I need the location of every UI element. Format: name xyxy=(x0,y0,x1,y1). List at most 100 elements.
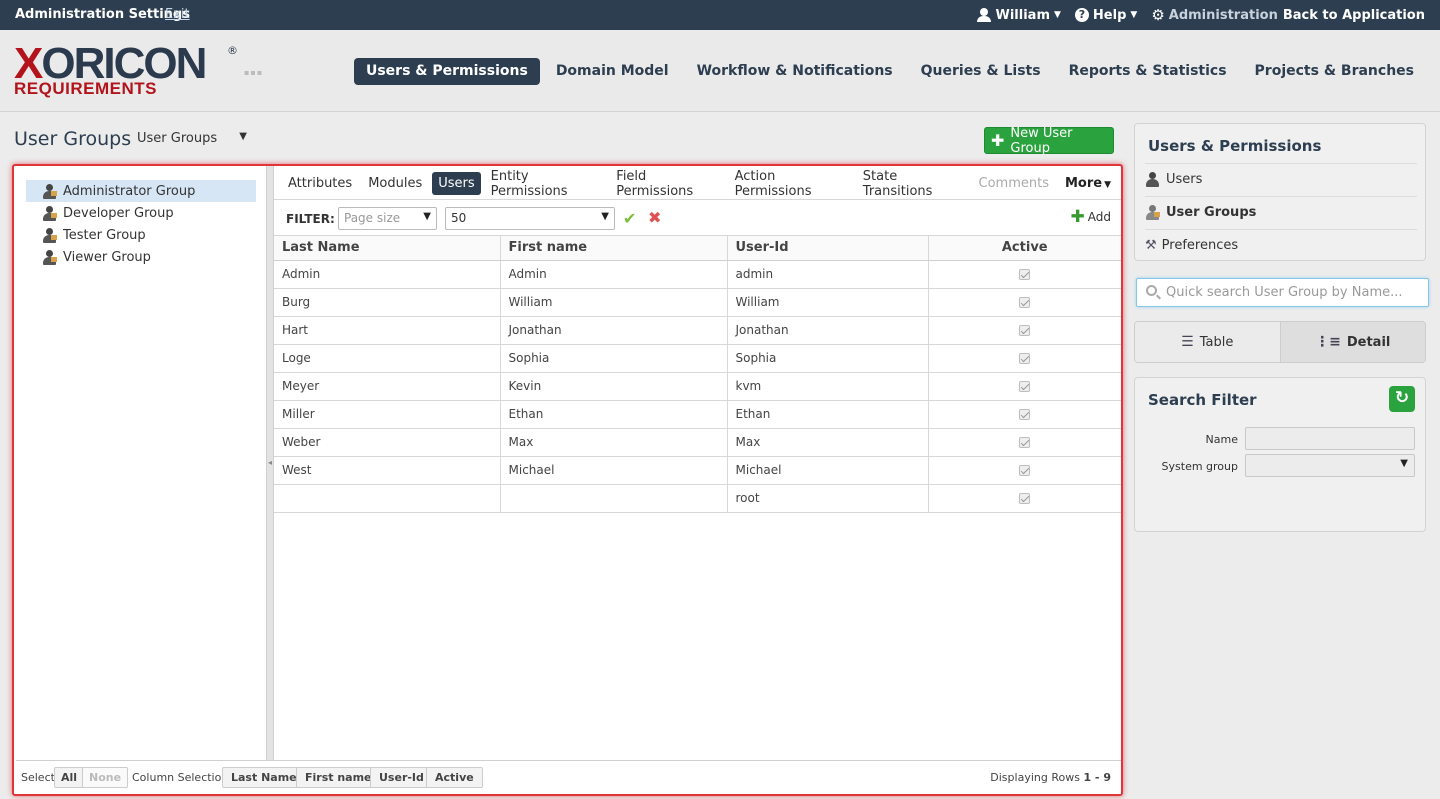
sidebar-item-preferences[interactable]: ⚒ Preferences xyxy=(1145,229,1417,261)
cell-last-name: Hart xyxy=(274,316,501,345)
displaying-rows: Displaying Rows 1 - 9 xyxy=(990,771,1111,784)
table-row[interactable]: Loge Sophia Sophia xyxy=(274,344,1121,373)
table-header-row: Last Name First name User-Id Active xyxy=(274,236,1121,261)
active-checkbox xyxy=(1019,269,1031,280)
active-checkbox xyxy=(1019,409,1031,420)
administration-label: Administration xyxy=(1168,7,1278,23)
cell-last-name: Burg xyxy=(274,288,501,317)
clear-filter-x-icon[interactable]: ✖ xyxy=(648,208,661,227)
tab-entity-permissions[interactable]: Entity Permissions xyxy=(485,165,607,203)
new-user-group-button[interactable]: ✚ New User Group xyxy=(984,126,1114,156)
search-filter-box: Search Filter ↻ Name System group ▼ xyxy=(1134,377,1426,532)
table-row[interactable]: West Michael Michael xyxy=(274,456,1121,485)
tree-item-tester-group[interactable]: Tester Group xyxy=(26,224,256,246)
nav-workflow-notifications[interactable]: Workflow & Notifications xyxy=(685,58,905,85)
tree-item-administrator-group[interactable]: Administrator Group xyxy=(26,180,256,202)
cell-user-id: Jonathan xyxy=(727,316,929,345)
refresh-filter-button[interactable]: ↻ xyxy=(1389,386,1415,412)
tree-item-viewer-group[interactable]: Viewer Group xyxy=(26,246,256,268)
cell-last-name: West xyxy=(274,456,501,485)
nav-projects-branches[interactable]: Projects & Branches xyxy=(1243,58,1426,85)
sidebar-item-label: Users xyxy=(1166,172,1203,187)
tree-detail-icon: ⋮≡ xyxy=(1315,334,1341,350)
select-label: Select xyxy=(21,771,55,784)
sidebar-item-label: Preferences xyxy=(1161,238,1239,253)
tab-more-menu[interactable]: More ▼ xyxy=(1059,172,1117,195)
table-row[interactable]: Hart Jonathan Jonathan xyxy=(274,316,1121,345)
tree-item-label: Administrator Group xyxy=(63,183,196,199)
user-group-icon xyxy=(1145,205,1160,220)
quick-search-input[interactable]: Quick search User Group by Name... xyxy=(1136,278,1429,307)
column-toggle-last-name[interactable]: Last Name xyxy=(222,767,306,788)
sidebar-navigation-box: Users & Permissions Users User Groups ⚒ … xyxy=(1134,123,1426,261)
select-all-button[interactable]: All xyxy=(54,767,85,788)
panel-splitter[interactable]: ◂ xyxy=(266,166,274,760)
tab-state-transitions[interactable]: State Transitions xyxy=(857,165,969,203)
view-selector-value: User Groups xyxy=(137,131,218,146)
gear-icon: ⚙ xyxy=(1151,6,1165,24)
user-icon xyxy=(1145,172,1160,187)
search-icon xyxy=(1146,285,1157,296)
apply-filter-check-icon[interactable]: ✔ xyxy=(623,209,636,228)
page-size-value-select[interactable]: 50 ▼ xyxy=(445,207,615,230)
cell-user-id: kvm xyxy=(727,372,929,401)
column-header-user-id[interactable]: User-Id xyxy=(727,236,929,261)
view-selector-dropdown[interactable]: User Groups ▼ xyxy=(137,131,247,146)
tree-item-developer-group[interactable]: Developer Group xyxy=(26,202,256,224)
detail-view-button[interactable]: ⋮≡ Detail xyxy=(1279,322,1425,362)
column-header-last-name[interactable]: Last Name xyxy=(274,236,501,261)
tab-attributes[interactable]: Attributes xyxy=(282,172,358,195)
cell-user-id: root xyxy=(727,484,929,513)
nav-queries-lists[interactable]: Queries & Lists xyxy=(909,58,1053,85)
exit-link[interactable]: Exit xyxy=(165,7,190,22)
users-table: Last Name First name User-Id Active Admi… xyxy=(274,236,1121,513)
splitter-grip-icon: ◂ xyxy=(268,458,273,467)
cell-user-id: Sophia xyxy=(727,344,929,373)
chevron-down-icon: ▼ xyxy=(1104,180,1111,190)
search-filter-title: Search Filter xyxy=(1148,391,1257,409)
chevron-down-icon: ▼ xyxy=(1054,10,1061,20)
column-toggle-user-id[interactable]: User-Id xyxy=(370,767,433,788)
nav-reports-statistics[interactable]: Reports & Statistics xyxy=(1057,58,1239,85)
table-row[interactable]: Admin Admin admin xyxy=(274,260,1121,289)
cell-first-name: Kevin xyxy=(500,372,728,401)
column-selection-label: Column Selection: xyxy=(132,771,233,784)
cell-first-name xyxy=(500,484,728,513)
column-toggle-first-name[interactable]: First name xyxy=(296,767,381,788)
help-menu-label: Help xyxy=(1092,7,1127,23)
admin-settings-title: Administration Settings xyxy=(15,7,190,22)
sidebar-item-users[interactable]: Users xyxy=(1145,163,1417,195)
cell-user-id: William xyxy=(727,288,929,317)
tab-field-permissions[interactable]: Field Permissions xyxy=(610,165,724,203)
tab-users[interactable]: Users xyxy=(432,172,481,195)
sidebar-item-user-groups[interactable]: User Groups xyxy=(1145,196,1417,228)
add-user-button[interactable]: ✚ Add xyxy=(1071,209,1111,226)
logo-dots: ▪▪▪ xyxy=(244,68,264,77)
refresh-icon: ↻ xyxy=(1394,388,1410,408)
xoricon-logo[interactable]: XORICON ® REQUIREMENTS ▪▪▪ xyxy=(14,42,264,102)
cell-first-name: Michael xyxy=(500,456,728,485)
column-header-first-name[interactable]: First name xyxy=(500,236,728,261)
nav-users-permissions[interactable]: Users & Permissions xyxy=(353,58,540,85)
table-row[interactable]: Meyer Kevin kvm xyxy=(274,372,1121,401)
user-menu[interactable]: William ▼ xyxy=(976,8,1061,23)
table-view-button[interactable]: ☰ Table xyxy=(1135,322,1280,362)
active-checkbox xyxy=(1019,493,1031,504)
table-row[interactable]: Burg William William xyxy=(274,288,1121,317)
page-title: User Groups xyxy=(14,128,132,150)
tab-action-permissions[interactable]: Action Permissions xyxy=(729,165,853,203)
filter-system-group-select[interactable]: ▼ xyxy=(1245,454,1415,477)
page-size-select[interactable]: Page size ▼ xyxy=(338,207,437,230)
main-navigation: Users & Permissions Domain Model Workflo… xyxy=(353,58,1426,85)
back-to-application-link[interactable]: ⚙ Administration Back to Application xyxy=(1151,6,1425,24)
column-header-active[interactable]: Active xyxy=(928,236,1121,261)
column-toggle-active[interactable]: Active xyxy=(426,767,483,788)
table-row[interactable]: Weber Max Max xyxy=(274,428,1121,457)
table-row[interactable]: root xyxy=(274,484,1121,513)
quick-search-placeholder: Quick search User Group by Name... xyxy=(1166,285,1403,300)
table-row[interactable]: Miller Ethan Ethan xyxy=(274,400,1121,429)
filter-name-input[interactable] xyxy=(1245,427,1415,450)
help-menu[interactable]: ? Help ▼ xyxy=(1074,7,1137,23)
nav-domain-model[interactable]: Domain Model xyxy=(544,58,681,85)
tab-modules[interactable]: Modules xyxy=(362,172,428,195)
